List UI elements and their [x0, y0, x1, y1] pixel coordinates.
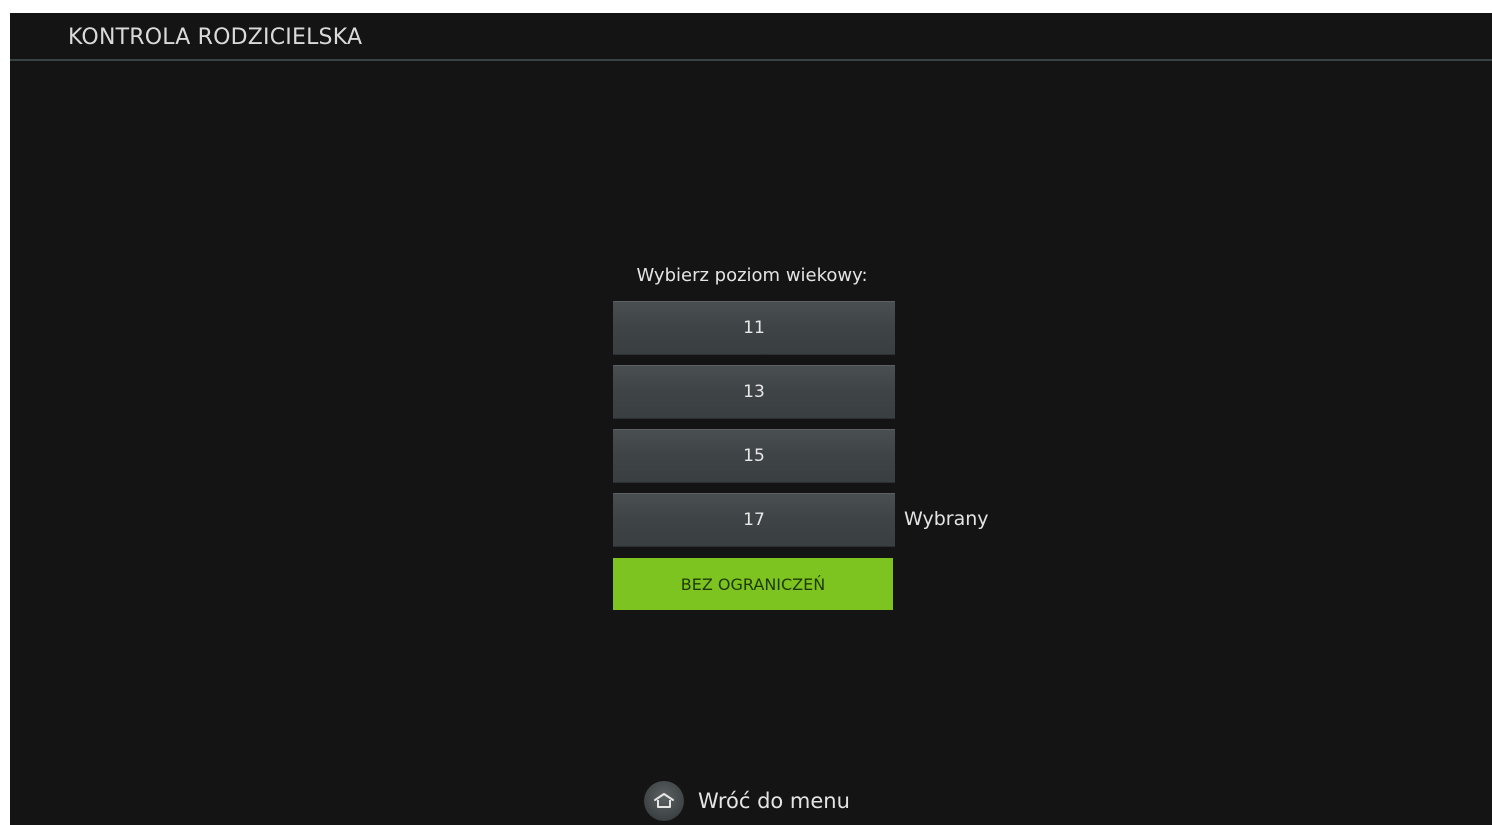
age-option-label: 13 [743, 382, 765, 402]
age-option-label: BEZ OGRANICZEŃ [680, 574, 826, 594]
age-option-15[interactable]: 15 [613, 429, 895, 483]
age-level-prompt: Wybierz poziom wiekowy: [10, 265, 1492, 286]
age-option-label: 17 [743, 510, 765, 530]
back-to-menu-button[interactable]: Wróć do menu [644, 781, 850, 821]
age-option-13[interactable]: 13 [613, 365, 895, 419]
page-title: KONTROLA RODZICIELSKA [68, 25, 363, 50]
header-bar: KONTROLA RODZICIELSKA [10, 13, 1492, 61]
back-to-menu-label: Wróć do menu [698, 789, 850, 813]
parental-control-screen: KONTROLA RODZICIELSKA Wybierz poziom wie… [10, 13, 1492, 825]
age-option-label: 11 [743, 318, 765, 338]
age-option-17[interactable]: 17 [613, 493, 895, 547]
age-option-11[interactable]: 11 [613, 301, 895, 355]
age-level-prompt-text: Wybierz poziom wiekowy: [636, 265, 868, 286]
age-option-no-restrictions[interactable]: BEZ OGRANICZEŃ [613, 558, 893, 610]
age-option-label: 15 [743, 446, 765, 466]
home-icon [644, 781, 684, 821]
selected-indicator: Wybrany [904, 508, 989, 530]
